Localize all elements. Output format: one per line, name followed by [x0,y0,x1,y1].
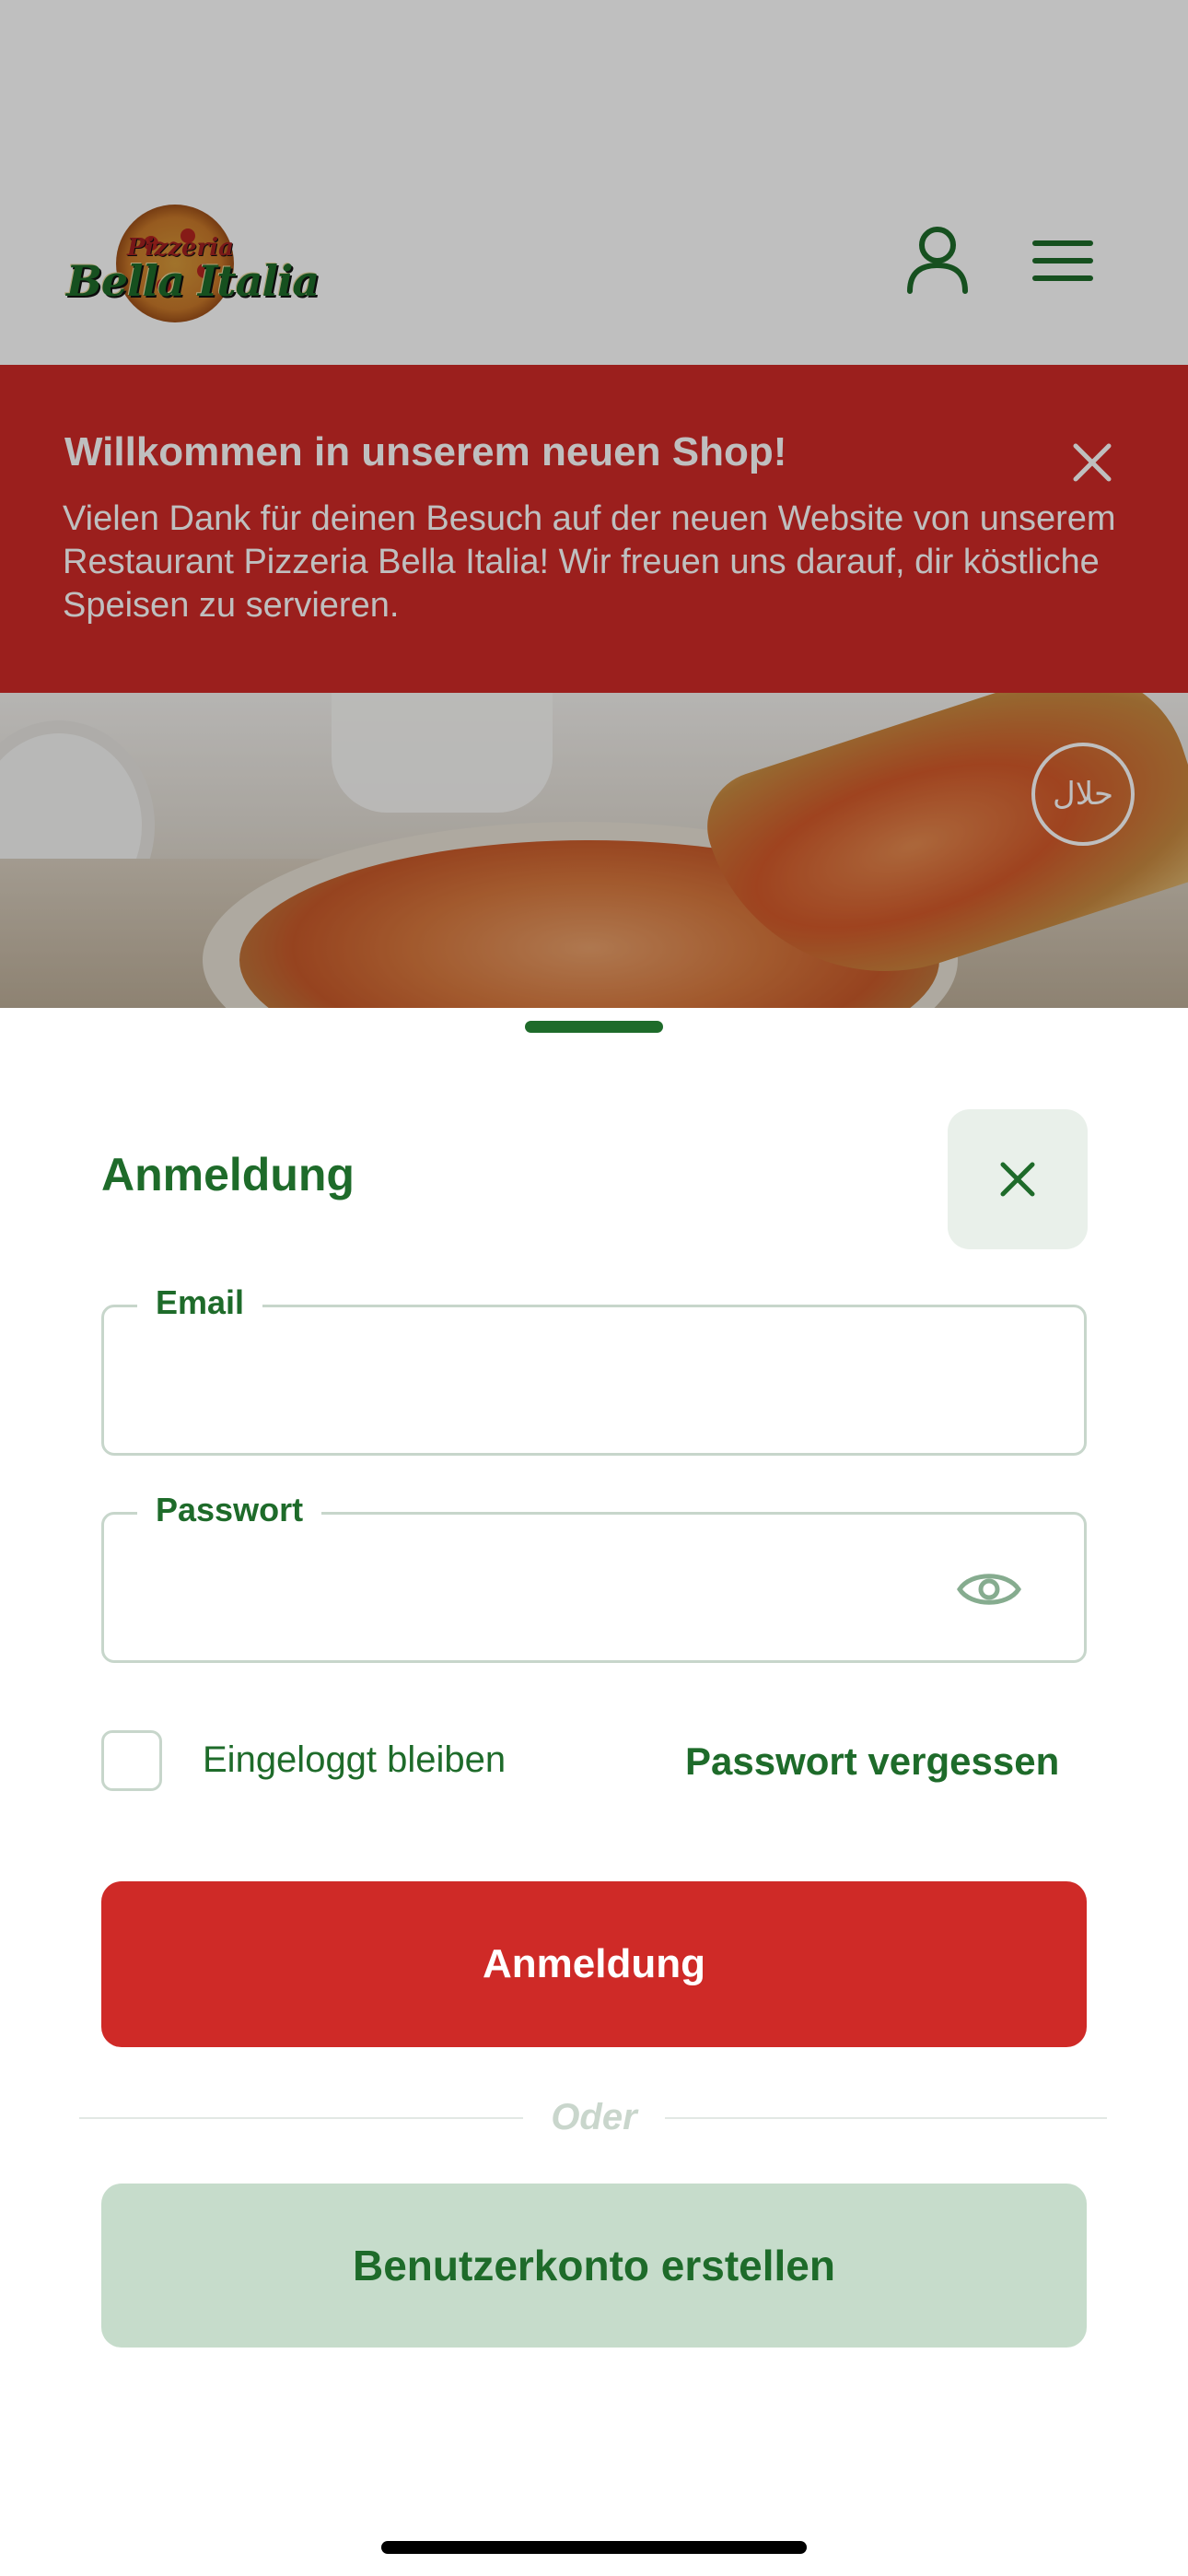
divider-line-right [665,2117,1107,2119]
modal-overlay[interactable] [0,0,1188,1008]
password-input[interactable] [141,1551,973,1627]
divider-label: Oder [551,2097,637,2137]
remember-checkbox[interactable] [101,1730,162,1791]
eye-icon[interactable] [956,1559,1022,1620]
sheet-grabber[interactable] [525,1021,663,1033]
email-field[interactable]: Email [101,1283,1087,1456]
remember-label: Eingeloggt bleiben [203,1739,507,1780]
login-button-label: Anmeldung [483,1941,705,1986]
password-field[interactable]: Passwort [101,1491,1087,1663]
background-page: Pizzeria Bella Italia Willkommen in unse… [0,0,1188,1008]
login-button[interactable]: Anmeldung [101,1881,1087,2047]
forgot-password-link[interactable]: Passwort vergessen [685,1739,1059,1784]
close-icon [1000,1162,1035,1197]
login-title: Anmeldung [101,1149,355,1200]
divider-line-left [79,2117,523,2119]
create-account-label: Benutzerkonto erstellen [353,2242,835,2289]
email-input[interactable] [141,1344,973,1420]
sheet-close-button[interactable] [948,1109,1088,1249]
home-indicator[interactable] [381,2541,807,2554]
email-label: Email [137,1283,263,1322]
create-account-button[interactable]: Benutzerkonto erstellen [101,2184,1087,2348]
password-label: Passwort [137,1491,322,1529]
